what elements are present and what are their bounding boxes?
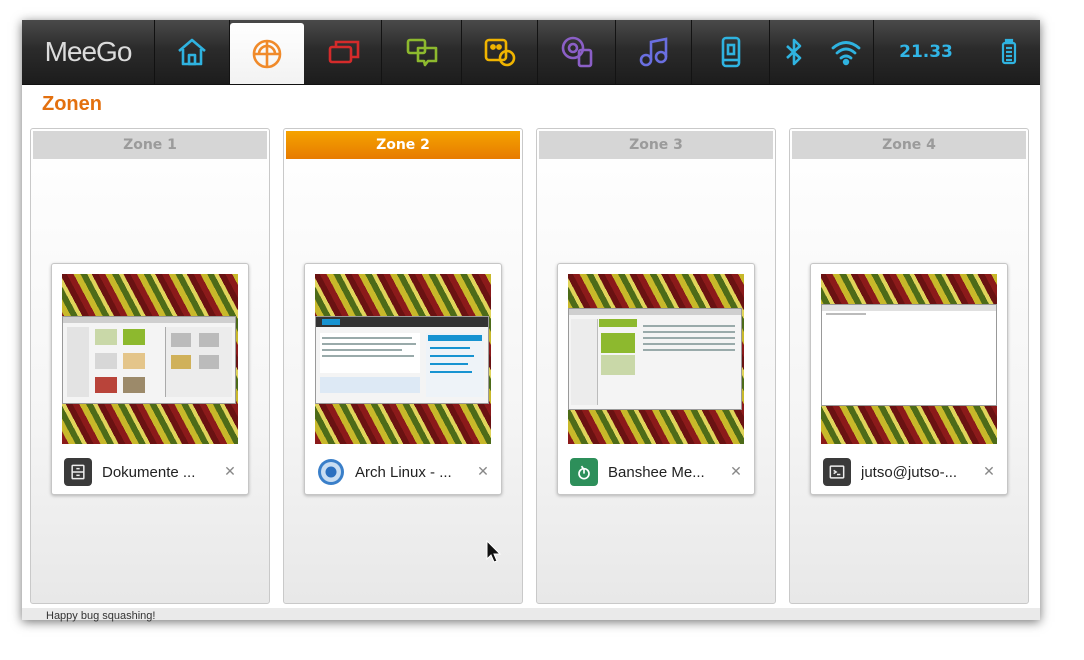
banshee-icon [570, 458, 598, 486]
zone-1[interactable]: Zone 1 Dokumente ... ✕ [30, 128, 270, 604]
zone-header[interactable]: Zone 1 [33, 131, 267, 159]
zone-header[interactable]: Zone 2 [286, 131, 520, 159]
window-card[interactable]: Arch Linux - ... ✕ [304, 263, 502, 495]
battery-icon [1001, 38, 1017, 65]
thumbnail-window [568, 308, 742, 410]
zones-button[interactable] [230, 23, 304, 84]
window-card-footer: Dokumente ... ✕ [52, 454, 248, 490]
zone-2[interactable]: Zone 2 Arch Linux - ... ✕ [283, 128, 523, 604]
chat-icon [406, 38, 437, 67]
people-button[interactable] [462, 20, 538, 84]
clock-text: 21.33 [899, 42, 953, 62]
window-card[interactable]: Dokumente ... ✕ [51, 263, 249, 495]
close-icon[interactable]: ✕ [981, 464, 997, 480]
window-thumbnail[interactable] [821, 274, 997, 444]
mouse-cursor-icon [486, 540, 502, 563]
thumbnail-window [315, 316, 489, 404]
battery-button[interactable] [978, 20, 1040, 84]
background-text: Happy bug squashing! [46, 610, 156, 622]
music-button[interactable] [616, 20, 692, 84]
close-icon[interactable]: ✕ [475, 464, 491, 480]
close-icon[interactable]: ✕ [222, 464, 238, 480]
window-title: Dokumente ... [102, 463, 196, 481]
window-thumbnail[interactable] [568, 274, 744, 444]
device-icon [721, 36, 740, 68]
close-icon[interactable]: ✕ [728, 464, 744, 480]
zone-header[interactable]: Zone 4 [792, 131, 1026, 159]
page-title: Zonen [42, 93, 102, 115]
wifi-icon [831, 41, 860, 66]
home-button[interactable] [154, 20, 230, 84]
window-card-footer: Arch Linux - ... ✕ [305, 454, 501, 490]
people-icon [484, 38, 515, 67]
window-card[interactable]: Banshee Me... ✕ [557, 263, 755, 495]
zone-4[interactable]: Zone 4 jutso@jutso-... ✕ [789, 128, 1029, 604]
chromium-icon [317, 458, 345, 486]
windows-button[interactable] [306, 20, 382, 84]
home-icon [177, 38, 206, 66]
bluetooth-button[interactable] [770, 20, 818, 84]
window-card-footer: jutso@jutso-... ✕ [811, 454, 1007, 490]
media-icon [561, 36, 592, 68]
window-title: Arch Linux - ... [355, 463, 452, 481]
zone-3[interactable]: Zone 3 Banshee Me... ✕ [536, 128, 776, 604]
zones-icon [252, 39, 282, 68]
zones-panel: MeeGo 21.33 Zonen Zone 1 Dokumente ... ✕… [22, 20, 1040, 608]
media-button[interactable] [538, 20, 616, 84]
wifi-button[interactable] [818, 20, 874, 84]
top-toolbar: MeeGo 21.33 [22, 20, 1040, 85]
window-thumbnail[interactable] [62, 274, 238, 444]
bluetooth-icon [786, 38, 802, 66]
zone-header[interactable]: Zone 3 [539, 131, 773, 159]
terminal-icon [823, 458, 851, 486]
window-title: jutso@jutso-... [861, 463, 958, 481]
thumbnail-window [821, 304, 997, 406]
thumbnail-window [62, 316, 236, 404]
window-card-footer: Banshee Me... ✕ [558, 454, 754, 490]
device-button[interactable] [692, 20, 770, 84]
meego-logo: MeeGo [22, 20, 155, 84]
window-thumbnail[interactable] [315, 274, 491, 444]
file-manager-icon [64, 458, 92, 486]
chat-button[interactable] [382, 20, 462, 84]
window-card[interactable]: jutso@jutso-... ✕ [810, 263, 1008, 495]
window-title: Banshee Me... [608, 463, 705, 481]
windows-icon [328, 40, 359, 64]
music-icon [639, 37, 667, 67]
clock[interactable]: 21.33 [874, 20, 978, 84]
